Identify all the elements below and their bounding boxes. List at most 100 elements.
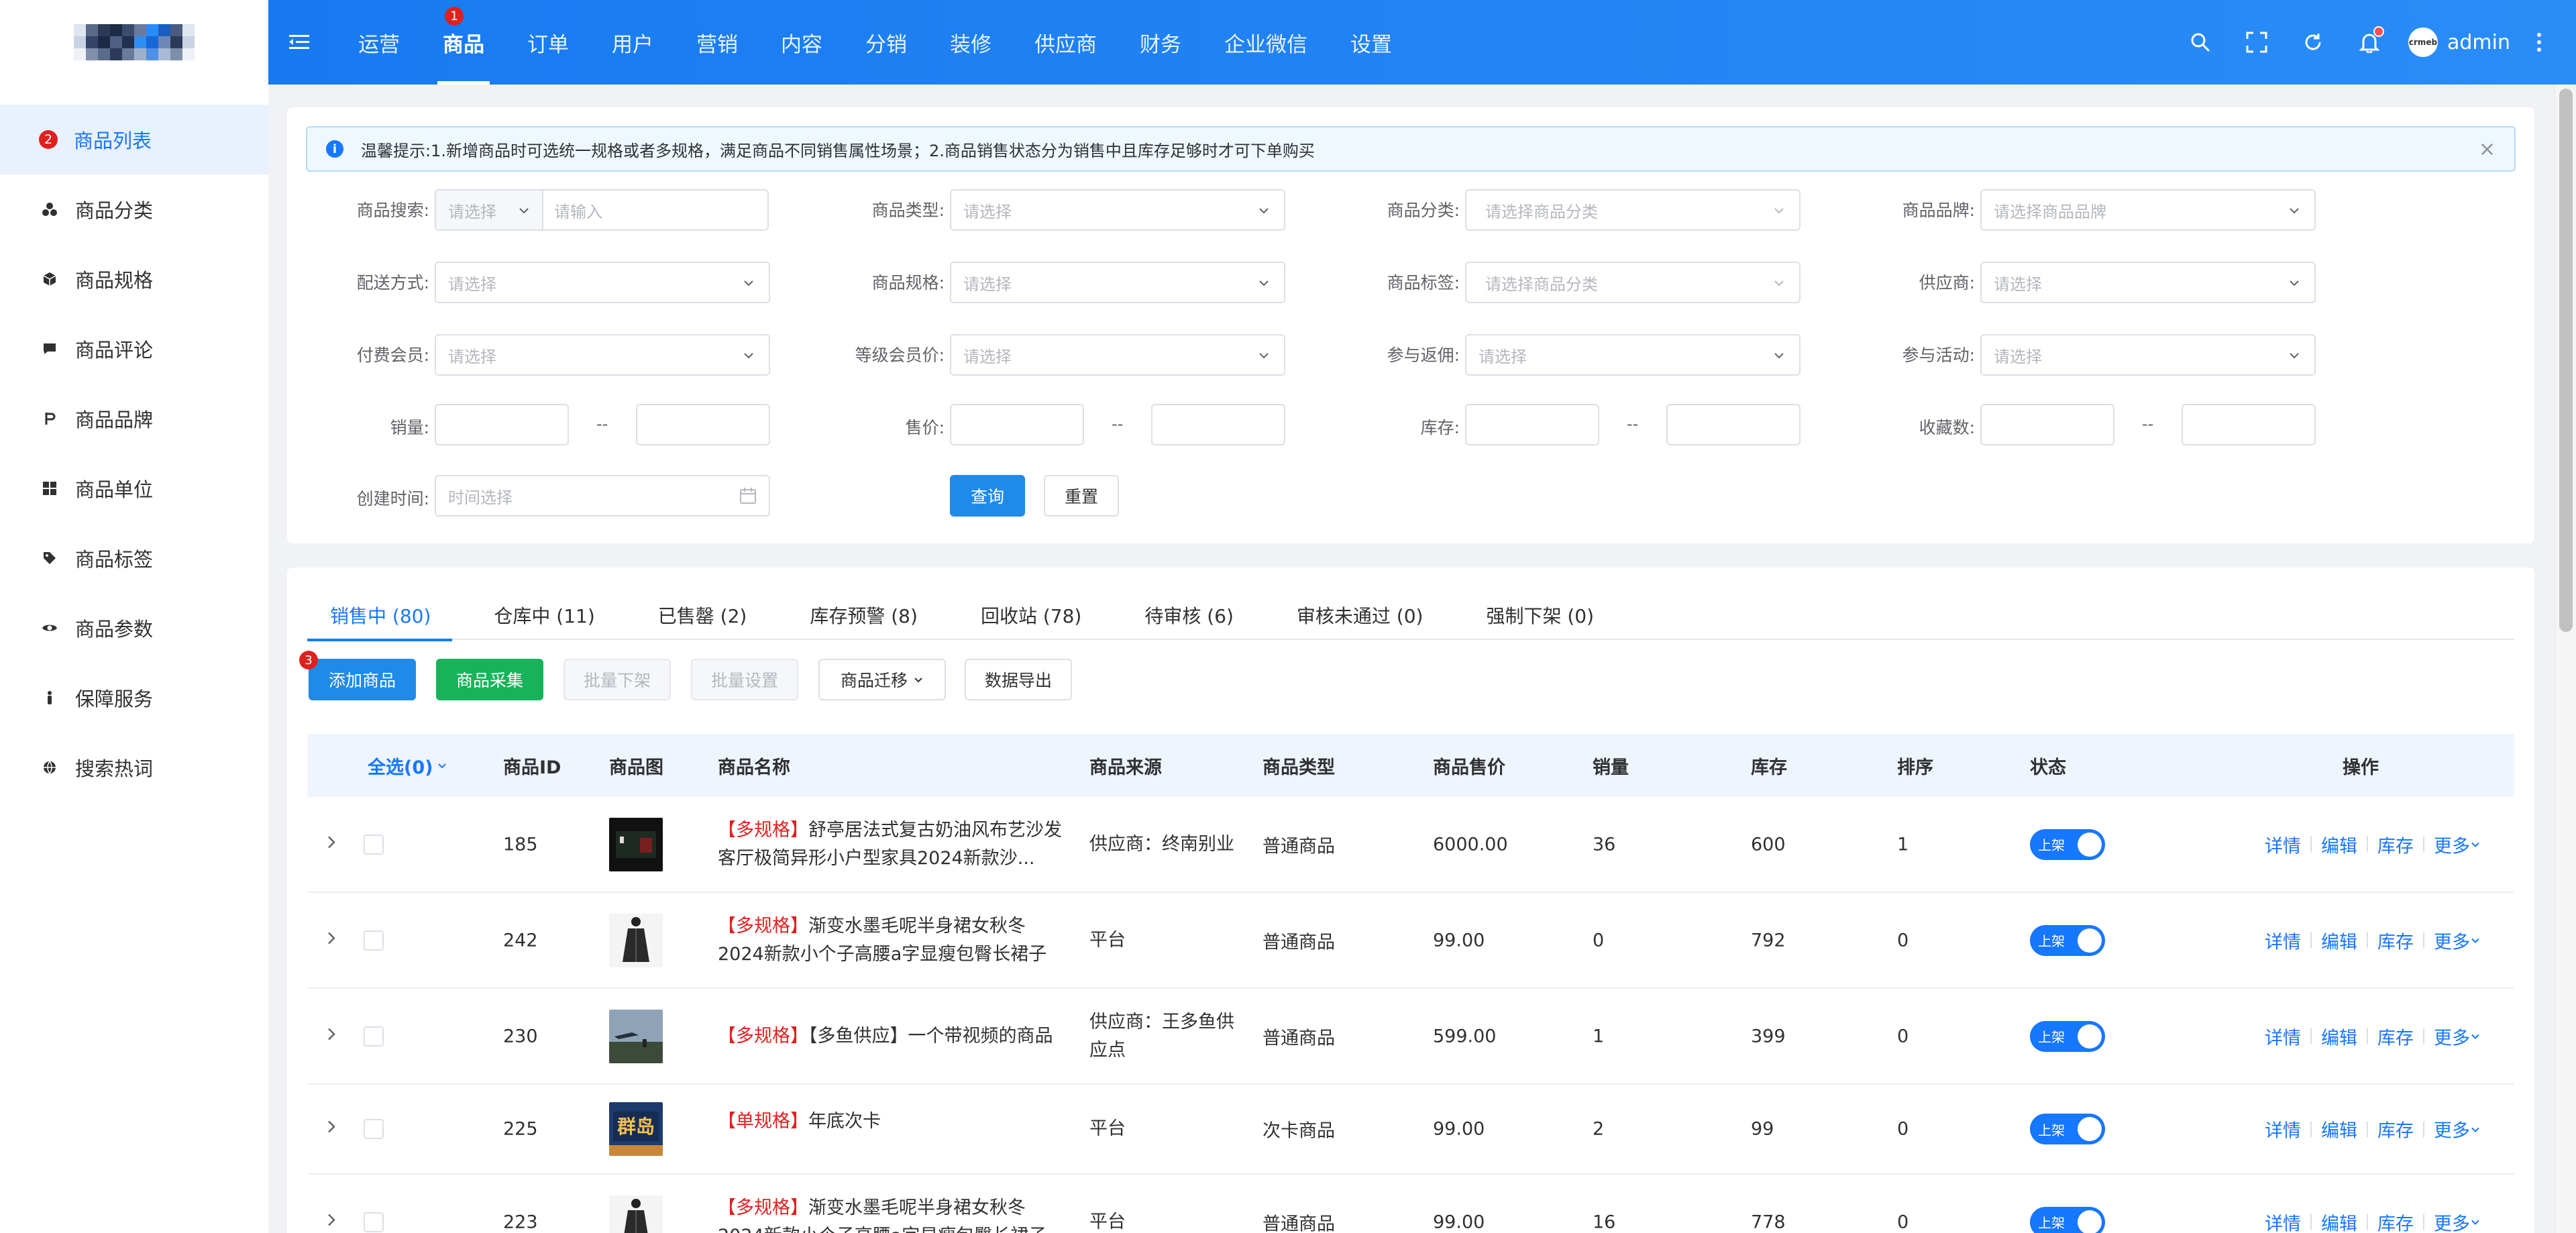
sidebar-item-tags[interactable]: 商品标签 [0,523,268,593]
category-select[interactable]: 请选择商品分类 [1465,189,1801,231]
sidebar-item-spec[interactable]: 商品规格 [0,244,268,314]
detail-link[interactable]: 详情 [2265,831,2301,857]
tag-select[interactable]: 请选择商品分类 [1465,262,1801,303]
tab-sold-out[interactable]: 已售罄 (2) [637,590,769,640]
row-checkbox[interactable] [364,1119,384,1139]
sidebar-item-brand[interactable]: 商品品牌 [0,384,268,453]
tab-stock-warning[interactable]: 库存预警 (8) [788,590,939,640]
nav-item-marketing[interactable]: 营销 [675,0,759,85]
nav-item-settings[interactable]: 设置 [1329,0,1413,85]
expand-row-icon[interactable] [323,1212,339,1232]
batch-off-shelf-button[interactable]: 批量下架 [564,659,671,700]
cell-product-name[interactable]: 【多规格】渐变水墨毛呢半身裙女秋冬2024新款小个子高腰a字显瘦包臀长裙子 [718,912,1067,969]
sales-max-input[interactable] [636,404,770,445]
row-checkbox[interactable] [364,1026,384,1047]
product-thumbnail[interactable] [609,1009,663,1063]
bell-icon[interactable] [2341,14,2398,70]
product-thumbnail[interactable] [609,817,663,871]
stock-link[interactable]: 库存 [2377,1116,2414,1142]
date-range-picker[interactable]: 时间选择 [435,475,770,517]
more-dropdown[interactable]: 更多 [2434,1116,2470,1142]
more-dropdown[interactable]: 更多 [2434,927,2470,953]
page-scrollbar[interactable] [2555,85,2576,1233]
nav-item-wecom[interactable]: 企业微信 [1203,0,1329,85]
brand-select[interactable]: 请选择商品品牌 [1980,189,2316,231]
nav-item-products[interactable]: 1 商品 [421,0,506,85]
price-max-input[interactable] [1151,404,1285,445]
rebate-select[interactable]: 请选择 [1465,334,1801,376]
logo[interactable] [0,0,268,85]
cell-product-name[interactable]: 【多规格】渐变水墨毛呢半身裙女秋冬2024新款小个子高腰a字显瘦包臀长裙子 [718,1194,1067,1233]
tab-warehouse[interactable]: 仓库中 (11) [472,590,616,640]
collect-max-input[interactable] [2182,404,2316,445]
cell-product-name[interactable]: 【多规格】舒亭居法式复古奶油风布艺沙发客厅极简异形小户型家具2024新款沙... [718,816,1067,873]
query-button[interactable]: 查询 [950,475,1025,517]
price-min-input[interactable] [950,404,1084,445]
migrate-dropdown[interactable]: 商品迁移 [818,659,946,700]
sales-min-input[interactable] [435,404,569,445]
sidebar-item-comments[interactable]: 商品评论 [0,314,268,384]
expand-row-icon[interactable] [323,834,339,855]
export-button[interactable]: 数据导出 [965,659,1072,700]
scrollbar-thumb[interactable] [2559,89,2573,632]
sidebar-item-category[interactable]: 商品分类 [0,174,268,244]
close-icon[interactable]: × [2479,140,2496,160]
type-select[interactable]: 请选择 [950,189,1285,231]
status-toggle[interactable]: 上架 [2030,1114,2105,1144]
more-dropdown[interactable]: 更多 [2434,1023,2470,1049]
user-name[interactable]: admin [2447,31,2510,54]
supplier-select[interactable]: 请选择 [1980,262,2316,303]
status-toggle[interactable]: 上架 [2030,924,2105,956]
spec-select[interactable]: 请选择 [950,262,1285,303]
tab-pending-review[interactable]: 待审核 (6) [1123,590,1255,640]
stock-link[interactable]: 库存 [2377,1023,2414,1049]
sidebar-item-guarantee[interactable]: 保障服务 [0,663,268,733]
tab-on-sale[interactable]: 销售中 (80) [307,590,453,641]
select-all-dropdown[interactable]: 全选(0) [368,753,447,779]
sidebar-item-product-list[interactable]: 2 商品列表 [0,105,268,174]
batch-settings-button[interactable]: 批量设置 [691,659,798,700]
nav-item-orders[interactable]: 订单 [506,0,590,85]
stock-link[interactable]: 库存 [2377,831,2414,857]
search-field-select[interactable]: 请选择 [435,189,543,231]
more-dropdown[interactable]: 更多 [2434,831,2470,857]
fullscreen-icon[interactable] [2229,14,2285,70]
detail-link[interactable]: 详情 [2265,927,2301,953]
add-product-button[interactable]: 3 添加商品 [299,651,416,700]
expand-row-icon[interactable] [323,1119,339,1140]
activity-select[interactable]: 请选择 [1980,334,2316,376]
nav-item-operations[interactable]: 运营 [337,0,421,85]
tab-recycle-bin[interactable]: 回收站 (78) [959,590,1103,640]
row-checkbox[interactable] [364,1212,384,1232]
cell-product-name[interactable]: 【多规格】【多鱼供应】一个带视频的商品 [718,1022,1067,1051]
detail-link[interactable]: 详情 [2265,1209,2301,1233]
status-toggle[interactable]: 上架 [2030,1206,2105,1233]
edit-link[interactable]: 编辑 [2321,831,2357,857]
collect-min-input[interactable] [1980,404,2114,445]
stock-link[interactable]: 库存 [2377,927,2414,953]
refresh-icon[interactable] [2285,14,2341,70]
status-toggle[interactable]: 上架 [2030,828,2105,860]
expand-row-icon[interactable] [323,1026,339,1047]
row-checkbox[interactable] [364,834,384,855]
search-icon[interactable] [2172,14,2229,70]
product-thumbnail[interactable]: 群岛 [609,1102,663,1156]
nav-item-decoration[interactable]: 装修 [928,0,1013,85]
collect-product-button[interactable]: 商品采集 [436,659,543,700]
more-dropdown[interactable]: 更多 [2434,1209,2470,1233]
edit-link[interactable]: 编辑 [2321,1116,2357,1142]
sidebar-item-hot-search[interactable]: 搜索热词 [0,733,268,802]
nav-item-finance[interactable]: 财务 [1118,0,1203,85]
edit-link[interactable]: 编辑 [2321,927,2357,953]
stock-max-input[interactable] [1666,404,1801,445]
product-thumbnail[interactable] [609,1195,663,1233]
edit-link[interactable]: 编辑 [2321,1023,2357,1049]
detail-link[interactable]: 详情 [2265,1023,2301,1049]
reset-button[interactable]: 重置 [1044,475,1119,517]
avatar[interactable]: crmeb [2408,28,2438,57]
stock-link[interactable]: 库存 [2377,1209,2414,1233]
search-input[interactable]: 请输入 [543,189,769,231]
level-price-select[interactable]: 请选择 [950,334,1285,376]
nav-item-distribution[interactable]: 分销 [844,0,928,85]
sidebar-item-params[interactable]: 商品参数 [0,593,268,663]
